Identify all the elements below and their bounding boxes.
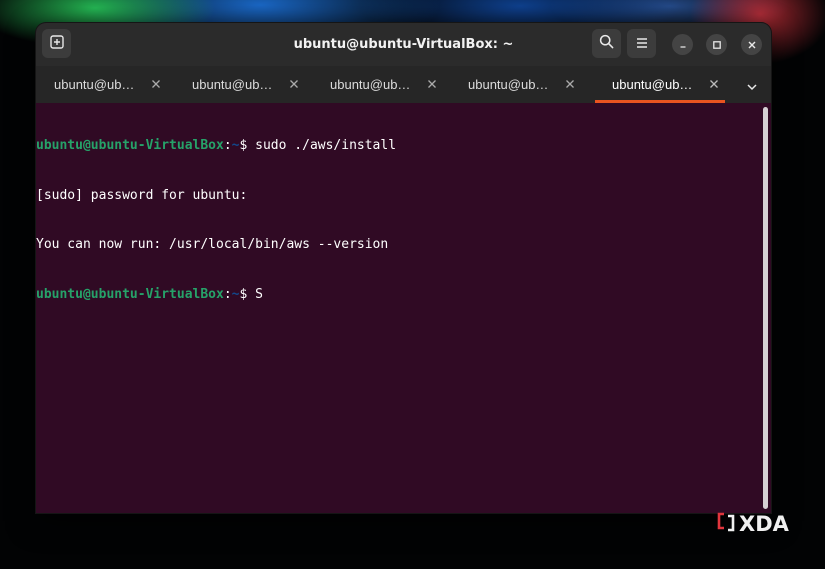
tab-label: ubuntu@ub… [468, 77, 549, 92]
prompt-separator: : [223, 138, 232, 153]
prompt-path: ~ [231, 286, 240, 302]
output-text: You can now run: /usr/local/bin/aws --ve… [36, 237, 389, 252]
search-icon [599, 34, 614, 53]
maximize-button[interactable] [706, 34, 727, 55]
new-tab-button[interactable] [42, 29, 71, 58]
scrollbar[interactable] [761, 107, 769, 509]
window-title: ubuntu@ubuntu-VirtualBox: ~ [293, 37, 514, 52]
prompt-symbol: $ [239, 286, 248, 302]
terminal-line: ubuntu@ubuntu-VirtualBox:~$ S [36, 287, 396, 304]
tab-close-icon [566, 80, 574, 88]
prompt-separator: : [223, 286, 232, 302]
minimize-icon [678, 35, 688, 54]
tab-label: ubuntu@ub… [192, 77, 273, 92]
prompt-path: ~ [231, 138, 240, 153]
tab-3[interactable]: ubuntu@ub… [313, 66, 443, 103]
tab-label: ubuntu@ub… [330, 77, 411, 92]
xda-watermark: XDA [716, 512, 789, 536]
prompt-user: ubuntu@ubuntu-VirtualBox [36, 286, 224, 302]
new-tab-icon [49, 34, 64, 53]
terminal-line: [sudo] password for ubuntu: [36, 188, 396, 205]
output-text: [sudo] password for ubuntu: [36, 187, 248, 203]
tab-close-button[interactable] [425, 77, 439, 91]
tab-label: ubuntu@ub… [54, 77, 135, 92]
tab-2[interactable]: ubuntu@ub… [175, 66, 305, 103]
minimize-button[interactable] [672, 34, 693, 55]
tab-close-icon [152, 80, 160, 88]
prompt-user: ubuntu@ubuntu-VirtualBox [36, 138, 224, 153]
close-icon [747, 35, 757, 54]
tab-1[interactable]: ubuntu@ub… [37, 66, 167, 103]
chevron-down-icon [746, 76, 758, 95]
terminal-output[interactable]: ubuntu@ubuntu-VirtualBox:~$ sudo ./aws/i… [36, 103, 771, 513]
tab-close-button[interactable] [287, 77, 301, 91]
tab-overflow-button[interactable] [743, 76, 761, 94]
tab-label: ubuntu@ub… [612, 77, 693, 92]
terminal-lines: ubuntu@ubuntu-VirtualBox:~$ sudo ./aws/i… [36, 105, 396, 336]
tab-4[interactable]: ubuntu@ub… [451, 66, 581, 103]
tab-close-button[interactable] [563, 77, 577, 91]
terminal-line: ubuntu@ubuntu-VirtualBox:~$ sudo ./aws/i… [36, 138, 396, 155]
terminal-window: ubuntu@ubuntu-VirtualBox: ~ ubuntu@ub… u… [36, 23, 771, 513]
scrollbar-thumb[interactable] [763, 107, 768, 509]
xda-logo-icon [716, 511, 736, 537]
terminal-line: You can now run: /usr/local/bin/aws --ve… [36, 237, 396, 254]
menu-button[interactable] [627, 29, 656, 58]
tab-5-active[interactable]: ubuntu@ub… [595, 66, 725, 103]
prompt-symbol: $ [239, 138, 248, 153]
tab-close-icon [428, 80, 436, 88]
close-button[interactable] [741, 34, 762, 55]
command-text: sudo ./aws/install [255, 138, 397, 153]
tab-bar: ubuntu@ub… ubuntu@ub… ubuntu@ub… ubuntu@… [36, 66, 771, 103]
command-text: S [255, 286, 263, 302]
tab-close-button[interactable] [707, 77, 721, 91]
tab-close-icon [290, 80, 298, 88]
tab-close-icon [710, 80, 718, 88]
watermark-text: XDA [739, 512, 789, 536]
header-bar: ubuntu@ubuntu-VirtualBox: ~ [36, 23, 771, 66]
hamburger-menu-icon [635, 34, 649, 53]
tab-close-button[interactable] [149, 77, 163, 91]
maximize-icon [712, 35, 722, 54]
search-button[interactable] [592, 29, 621, 58]
